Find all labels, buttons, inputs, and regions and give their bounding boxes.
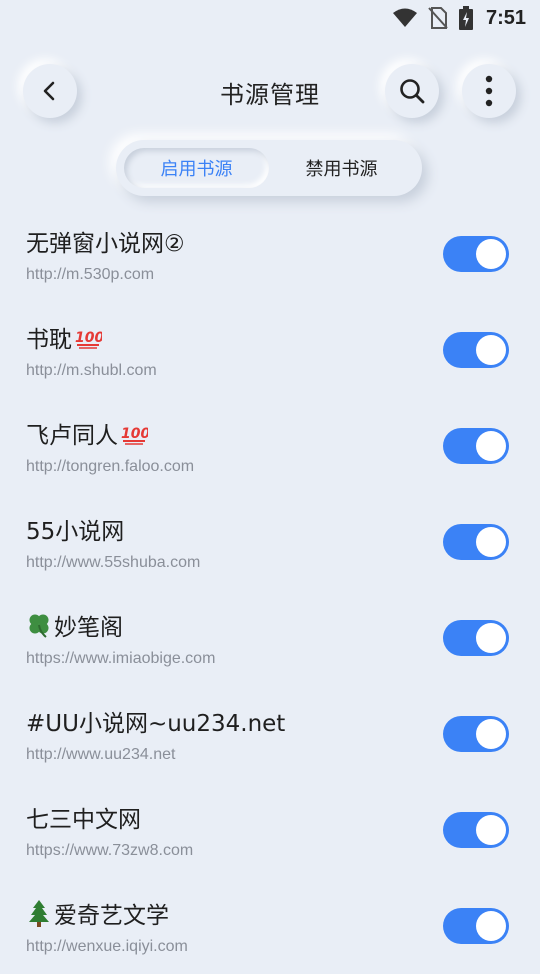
source-toggle[interactable] (443, 716, 509, 752)
four-leaf-clover-icon (29, 614, 49, 638)
source-name-text: 无弹窗小说网② (26, 231, 185, 257)
list-item[interactable]: 书耽 100 http://m.shubl.com (0, 302, 540, 398)
source-url: http://tongren.faloo.com (26, 458, 195, 475)
hundred-points-icon: 100 (75, 330, 102, 349)
hundred-points-icon: 100 (121, 426, 148, 445)
source-toggle[interactable] (443, 620, 509, 656)
header: 书源管理 (0, 62, 540, 120)
list-item[interactable]: #UU小说网~uu234.net http://www.uu234.net (0, 686, 540, 782)
search-button[interactable] (385, 64, 439, 118)
source-name: 妙笔阁 (26, 608, 123, 642)
toggle-knob (476, 815, 506, 845)
source-name: 55小说网 (26, 512, 124, 546)
source-name-text: 妙笔阁 (54, 615, 123, 641)
status-bar: 7:51 (0, 0, 540, 36)
tab-enabled-sources[interactable]: 启用书源 (124, 148, 269, 188)
source-toggle[interactable] (443, 428, 509, 464)
source-name: 无弹窗小说网② (26, 224, 185, 258)
source-name-text: 七三中文网 (26, 807, 141, 833)
svg-text:100: 100 (75, 330, 102, 346)
source-url: http://m.shubl.com (26, 362, 157, 379)
source-name: #UU小说网~uu234.net (26, 704, 285, 738)
toggle-knob (476, 719, 506, 749)
source-toggle[interactable] (443, 812, 509, 848)
source-url: http://wenxue.iqiyi.com (26, 938, 188, 955)
more-vertical-icon (485, 75, 493, 107)
tab-disabled-sources[interactable]: 禁用书源 (269, 148, 414, 188)
source-url: http://www.uu234.net (26, 746, 176, 763)
source-toggle[interactable] (443, 524, 509, 560)
battery-charging-icon (458, 6, 473, 30)
evergreen-tree-icon (29, 900, 49, 927)
status-time: 7:51 (485, 6, 526, 29)
source-name-text: #UU小说网~uu234.net (26, 711, 286, 737)
tabs-inner: 启用书源 禁用书源 (124, 148, 414, 188)
status-icons: 7:51 (392, 6, 526, 30)
source-tabs: 启用书源 禁用书源 (116, 140, 422, 196)
source-name-text: 飞卢同人 (26, 423, 118, 449)
source-name-text: 55小说网 (26, 519, 125, 545)
list-item[interactable]: 七三中文网 https://www.73zw8.com (0, 782, 540, 878)
no-sim-icon (428, 7, 448, 29)
source-name-text: 书耽 (26, 327, 72, 353)
page-title: 书源管理 (220, 81, 320, 109)
source-toggle[interactable] (443, 332, 509, 368)
wifi-icon (392, 8, 417, 27)
toggle-knob (476, 623, 506, 653)
toggle-knob (476, 527, 506, 557)
toggle-knob (476, 431, 506, 461)
source-list: 无弹窗小说网② http://m.530p.com 书耽 100 http://… (0, 206, 540, 974)
svg-text:100: 100 (121, 426, 148, 442)
toggle-knob (476, 335, 506, 365)
source-name: 飞卢同人 100 (26, 416, 148, 450)
list-item[interactable]: 飞卢同人 100 http://tongren.faloo.com (0, 398, 540, 494)
source-name: 爱奇艺文学 (26, 896, 169, 930)
list-item[interactable]: 55小说网 http://www.55shuba.com (0, 494, 540, 590)
source-toggle[interactable] (443, 236, 509, 272)
source-url: http://www.55shuba.com (26, 554, 201, 571)
toggle-knob (476, 911, 506, 941)
source-name: 书耽 100 (26, 320, 102, 354)
source-url: http://m.530p.com (26, 266, 155, 283)
list-item[interactable]: 无弹窗小说网② http://m.530p.com (0, 206, 540, 302)
more-options-button[interactable] (462, 64, 516, 118)
toggle-knob (476, 239, 506, 269)
source-name: 七三中文网 (26, 800, 141, 834)
source-name-text: 爱奇艺文学 (54, 903, 169, 929)
source-url: https://www.73zw8.com (26, 842, 194, 859)
search-icon (400, 79, 425, 104)
source-url: https://www.imiaobige.com (26, 650, 216, 667)
list-item[interactable]: 妙笔阁 https://www.imiaobige.com (0, 590, 540, 686)
source-toggle[interactable] (443, 908, 509, 944)
